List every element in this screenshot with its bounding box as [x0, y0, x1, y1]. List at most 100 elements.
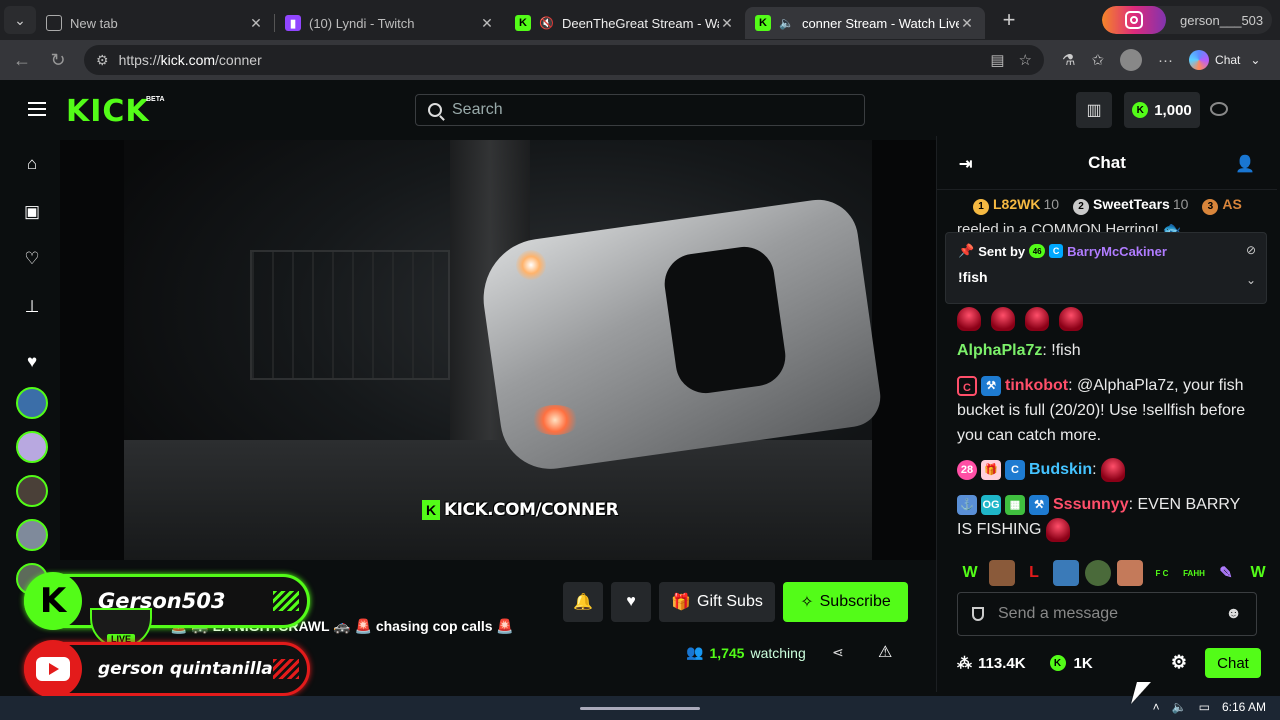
- kick-coin-icon: K: [1049, 655, 1066, 671]
- gift-icon: 🎁: [671, 594, 692, 611]
- close-icon[interactable]: ✕: [719, 15, 735, 32]
- reader-mode-icon[interactable]: ▤: [990, 51, 1004, 69]
- chat-username[interactable]: AlphaPla7z: [957, 342, 1042, 359]
- frog-emote[interactable]: [1085, 560, 1111, 586]
- clock[interactable]: 6:16 AM: [1222, 700, 1266, 714]
- w-emote[interactable]: W: [1245, 560, 1271, 586]
- speaker-icon[interactable]: 🔈: [779, 16, 794, 30]
- kick-logo[interactable]: KICK: [66, 94, 150, 129]
- muted-speaker-icon[interactable]: 🔇: [539, 16, 554, 30]
- new-tab-button[interactable]: +: [993, 7, 1025, 33]
- chat-footer: ⁂ 113.4K K 1K ⚙ Chat: [957, 648, 1261, 678]
- hide-pin-icon[interactable]: ⊘: [1246, 243, 1256, 257]
- report-warning-icon[interactable]: ⚠: [878, 642, 892, 662]
- close-icon[interactable]: ✕: [959, 15, 975, 32]
- tab-conner-stream[interactable]: K 🔈 conner Stream - Watch Live o ✕: [745, 7, 985, 39]
- headlight-glow: [516, 250, 546, 280]
- tab-new-tab[interactable]: New tab ✕: [36, 7, 274, 39]
- followed-heart-icon[interactable]: ♥: [22, 352, 42, 372]
- browse-icon[interactable]: ▣: [22, 202, 42, 222]
- following-heart-icon[interactable]: ♡: [22, 249, 42, 269]
- home-icon[interactable]: ⌂: [22, 154, 42, 174]
- subscribe-button[interactable]: ✧ Subscribe: [783, 582, 908, 622]
- leader-name: L82WK: [993, 196, 1041, 212]
- bot-badge-icon: ⚒: [1029, 494, 1049, 515]
- gear-icon[interactable]: ⚙: [1171, 652, 1187, 673]
- search-input[interactable]: Search: [415, 94, 865, 126]
- back-arrow-icon[interactable]: ←: [4, 50, 40, 71]
- leaderboard-entry[interactable]: 3 AS: [1202, 196, 1242, 215]
- gift-subs-label: Gift Subs: [697, 593, 763, 610]
- subscriber-badge: 46: [1029, 244, 1046, 258]
- url-path: /conner: [215, 52, 262, 68]
- store-icon[interactable]: ▥: [1076, 92, 1112, 128]
- followed-channel-avatar[interactable]: [16, 431, 48, 463]
- w-emote[interactable]: W: [957, 560, 983, 586]
- car-emote[interactable]: [1053, 560, 1079, 586]
- profile-avatar[interactable]: [1120, 49, 1143, 71]
- tab-twitch[interactable]: ▮ (10) Lyndi - Twitch ✕: [275, 7, 505, 39]
- face-emote[interactable]: [989, 560, 1015, 586]
- moderator-badge-icon: C: [1005, 459, 1025, 480]
- chat-message-input[interactable]: Send a message ☻: [957, 592, 1257, 636]
- battery-icon[interactable]: ▭: [1199, 700, 1210, 714]
- follow-heart-button[interactable]: ♥: [611, 582, 651, 622]
- pin-icon: 📌: [958, 243, 975, 258]
- share-icon[interactable]: ⋖: [832, 644, 844, 661]
- chat-username[interactable]: Budskin: [1029, 461, 1092, 478]
- gift-subs-button[interactable]: 🎁 Gift Subs: [659, 582, 775, 622]
- fahh-emote[interactable]: FAHH: [1181, 560, 1207, 586]
- favorites-icon[interactable]: ✩: [1091, 51, 1104, 69]
- followed-channel-avatar[interactable]: [16, 475, 48, 507]
- url-field[interactable]: ⚙ https://kick.com/conner ▤ ☆: [84, 45, 1044, 75]
- followed-channel-avatar[interactable]: [16, 387, 48, 419]
- notification-bell-button[interactable]: 🔔: [563, 582, 603, 622]
- shield-icon: [972, 607, 984, 621]
- hamburger-menu-icon[interactable]: [28, 102, 46, 116]
- profile-pill[interactable]: gerson___503: [1102, 6, 1272, 34]
- volume-icon[interactable]: 🔈: [1172, 700, 1187, 714]
- pinned-message[interactable]: 📌 Sent by 46 C BarryMcCakiner !fish ⊘ ⌄: [945, 232, 1267, 304]
- pointing-emote[interactable]: [1117, 560, 1143, 586]
- kicks-count[interactable]: 1K: [1074, 655, 1093, 672]
- copilot-chat-button[interactable]: Chat ⌄: [1189, 50, 1260, 70]
- light-glow: [530, 405, 580, 435]
- leaderboard-entry[interactable]: 2 SweetTears 10: [1073, 196, 1188, 215]
- viewer-count: 👥 1,745 watching: [686, 644, 806, 661]
- emoji-picker-icon[interactable]: ☻: [1225, 605, 1242, 623]
- close-icon[interactable]: ✕: [248, 15, 264, 32]
- leaderboard-icon[interactable]: ⊥: [22, 297, 42, 317]
- leaderboard-entry[interactable]: 1 L82WK 10: [973, 196, 1059, 215]
- overlay-stripes: [273, 591, 299, 611]
- pinned-username[interactable]: BarryMcCakiner: [1067, 244, 1167, 259]
- chevron-down-icon[interactable]: ⌄: [1246, 273, 1256, 287]
- extensions-icon[interactable]: ⚗: [1062, 51, 1075, 69]
- chat-username[interactable]: Sssunnyy: [1053, 496, 1129, 513]
- video-player[interactable]: K KICK.COM/CONNER: [60, 140, 936, 560]
- taskbar-handle[interactable]: [580, 707, 700, 710]
- followers-icon: ⁂: [957, 655, 972, 672]
- favorite-star-icon[interactable]: ☆: [1019, 51, 1032, 69]
- kicks-balance-button[interactable]: K 1,000: [1124, 92, 1200, 128]
- chat-users-icon[interactable]: 👤: [1235, 154, 1255, 174]
- badge-icon: ⚓: [957, 494, 977, 515]
- l-emote[interactable]: L: [1021, 560, 1047, 586]
- collapse-chat-icon[interactable]: ⇥: [959, 154, 972, 174]
- system-tray: ˄ 🔈 ▭ 6:16 AM: [1153, 700, 1266, 714]
- more-menu-icon[interactable]: ···: [1158, 52, 1173, 69]
- close-icon[interactable]: ✕: [479, 15, 495, 32]
- feather-emote[interactable]: ✎: [1213, 560, 1239, 586]
- chat-username[interactable]: tinkobot: [1005, 377, 1068, 394]
- os-taskbar: ˄ 🔈 ▭ 6:16 AM: [0, 696, 1280, 720]
- tab-actions-menu-button[interactable]: ⌄: [4, 6, 36, 34]
- user-menu-icon[interactable]: [1210, 102, 1228, 116]
- chevron-up-icon[interactable]: ˄: [1153, 700, 1160, 714]
- text-emote[interactable]: F C: [1149, 560, 1175, 586]
- tab-deen-stream[interactable]: K 🔇 DeenTheGreat Stream - Watch ✕: [505, 7, 745, 39]
- reload-icon[interactable]: ↻: [40, 50, 76, 71]
- kick-logo-icon: K: [422, 500, 440, 520]
- followed-channel-avatar[interactable]: [16, 519, 48, 551]
- gift-badge-icon: 🎁: [981, 459, 1001, 480]
- site-info-icon[interactable]: ⚙: [96, 52, 109, 69]
- send-chat-button[interactable]: Chat: [1205, 648, 1261, 678]
